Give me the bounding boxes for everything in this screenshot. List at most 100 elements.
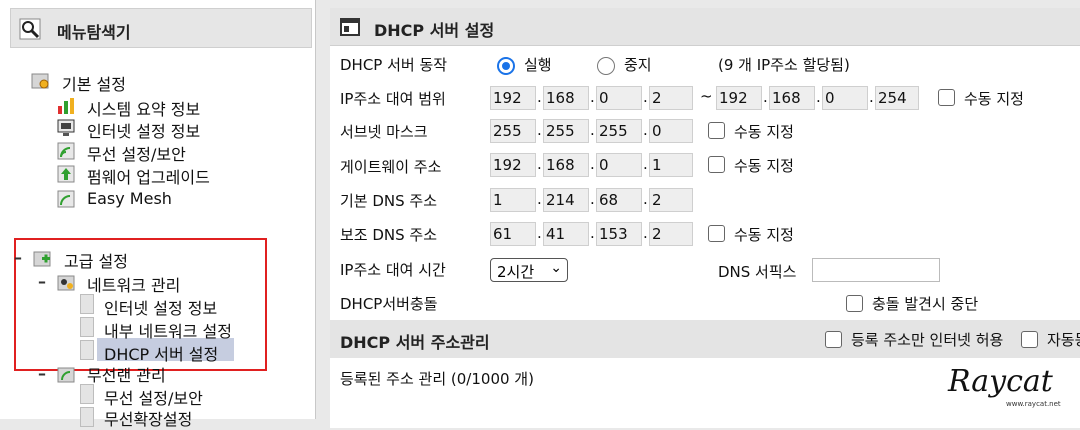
dns2-octet-4[interactable]: 2 [649, 222, 693, 246]
range-end-octet-1[interactable]: 192 [716, 86, 762, 110]
registered-address-link[interactable]: 등록된 주소 관리 (0/1000 개) [340, 368, 534, 389]
network-icon [57, 275, 75, 291]
stop-radio[interactable] [597, 57, 615, 75]
subnet-label: 서브넷 마스크 [340, 123, 428, 141]
folder-settings-icon [31, 73, 49, 89]
tree-item-internal-network[interactable]: 내부 네트워크 설정 [104, 318, 232, 342]
mesh-icon [57, 190, 75, 208]
gateway-label: 게이트웨이 주소 [340, 158, 442, 176]
wireless-folder-icon [57, 367, 75, 383]
page-icon [80, 407, 94, 427]
range-start-octet-4[interactable]: 2 [649, 86, 693, 110]
dot-separator: . [643, 224, 648, 242]
dot-separator: . [763, 88, 768, 106]
window-icon [340, 18, 360, 36]
tree-item-system-summary[interactable]: 시스템 요약 정보 [87, 96, 200, 120]
dns1-octet-4[interactable]: 2 [649, 188, 693, 212]
dot-separator: . [643, 121, 648, 139]
subnet-octet-1[interactable]: 255 [490, 119, 536, 143]
tree-item-wireless-security[interactable]: 무선 설정/보안 [87, 141, 186, 165]
tree-item-firmware-upgrade[interactable]: 펌웨어 업그레이드 [87, 164, 210, 188]
range-manual-checkbox[interactable] [938, 89, 955, 106]
gateway-octet-2[interactable]: 168 [543, 153, 589, 177]
menu-explorer-title: 메뉴탐색기 [57, 23, 131, 42]
page-icon [80, 340, 94, 360]
collapse-icon[interactable]: – [14, 248, 22, 267]
dhcp-settings-header: DHCP 서버 설정 [330, 8, 1080, 46]
gateway-octet-3[interactable]: 0 [596, 153, 642, 177]
address-management-header: DHCP 서버 주소관리 등록 주소만 인터넷 허용 자동등 [330, 320, 1080, 358]
page-title: DHCP 서버 설정 [374, 21, 495, 40]
range-end-octet-3[interactable]: 0 [822, 86, 868, 110]
collapse-icon[interactable]: – [38, 364, 46, 383]
ip-range-label: IP주소 대여 범위 [340, 90, 446, 108]
tree-network-management[interactable]: 네트워크 관리 [87, 272, 180, 296]
page-icon [80, 317, 94, 337]
subnet-manual-checkbox[interactable] [708, 122, 725, 139]
tree-advanced-settings[interactable]: 고급 설정 [64, 248, 128, 272]
chevron-down-icon: ⌄ [550, 260, 562, 276]
range-tilde: ~ [700, 87, 713, 105]
dns1-octet-1[interactable]: 1 [490, 188, 536, 212]
dns2-octet-3[interactable]: 153 [596, 222, 642, 246]
folder-plus-icon [33, 251, 51, 267]
dot-separator: . [537, 121, 542, 139]
dot-separator: . [537, 88, 542, 106]
dns2-manual-label: 수동 지정 [734, 226, 794, 244]
auto-register-checkbox[interactable] [1021, 331, 1038, 348]
raycat-watermark: Raycat www.raycat.net [944, 362, 1061, 414]
subnet-octet-4[interactable]: 0 [649, 119, 693, 143]
dns1-label: 기본 DNS 주소 [340, 192, 438, 210]
lease-time-select[interactable]: 2시간 ⌄ [490, 258, 568, 282]
range-start-octet-2[interactable]: 168 [543, 86, 589, 110]
dns-suffix-input[interactable] [812, 258, 940, 282]
tree-item-internet-info-adv[interactable]: 인터넷 설정 정보 [104, 295, 217, 319]
tree-item-wireless-extend[interactable]: 무선확장설정 [104, 406, 192, 430]
stop-label: 중지 [624, 56, 652, 74]
registered-only-checkbox[interactable] [825, 331, 842, 348]
dns-suffix-label: DNS 서픽스 [718, 263, 797, 281]
dns2-octet-1[interactable]: 61 [490, 222, 536, 246]
menu-explorer-header: 메뉴탐색기 [10, 8, 312, 48]
monitor-icon [57, 119, 75, 136]
conflict-stop-checkbox[interactable] [846, 295, 863, 312]
run-radio[interactable] [497, 57, 515, 75]
subnet-manual-label: 수동 지정 [734, 123, 794, 141]
dns1-octet-2[interactable]: 214 [543, 188, 589, 212]
dot-separator: . [590, 155, 595, 173]
page-icon [80, 294, 94, 314]
dns1-octet-3[interactable]: 68 [596, 188, 642, 212]
gateway-octet-4[interactable]: 1 [649, 153, 693, 177]
gateway-manual-checkbox[interactable] [708, 156, 725, 173]
assigned-count: (9 개 IP주소 할당됨) [718, 56, 850, 74]
dot-separator: . [816, 88, 821, 106]
range-end-octet-4[interactable]: 254 [875, 86, 919, 110]
wireless-icon [57, 142, 75, 160]
auto-register-label: 자동등 [1047, 331, 1080, 349]
run-label: 실행 [524, 56, 552, 74]
lease-time-label: IP주소 대여 시간 [340, 261, 446, 279]
dot-separator: . [869, 88, 874, 106]
subnet-octet-2[interactable]: 255 [543, 119, 589, 143]
tree-item-easy-mesh[interactable]: Easy Mesh [87, 189, 172, 208]
range-end-octet-2[interactable]: 168 [769, 86, 815, 110]
range-start-octet-3[interactable]: 0 [596, 86, 642, 110]
collapse-icon[interactable]: – [38, 272, 46, 291]
watermark-brand: Raycat [948, 364, 1053, 399]
dot-separator: . [590, 190, 595, 208]
dot-separator: . [537, 190, 542, 208]
dns2-manual-checkbox[interactable] [708, 225, 725, 242]
dot-separator: . [537, 155, 542, 173]
address-management-title: DHCP 서버 주소관리 [340, 333, 490, 352]
dot-separator: . [643, 190, 648, 208]
tree-item-internet-info[interactable]: 인터넷 설정 정보 [87, 118, 200, 142]
range-start-octet-1[interactable]: 192 [490, 86, 536, 110]
subnet-octet-3[interactable]: 255 [596, 119, 642, 143]
dns2-octet-2[interactable]: 41 [543, 222, 589, 246]
conflict-stop-label: 충돌 발견시 중단 [872, 295, 979, 313]
dot-separator: . [590, 88, 595, 106]
tree-wireless-management[interactable]: 무선랜 관리 [87, 362, 166, 386]
search-icon [19, 18, 41, 40]
tree-basic-settings[interactable]: 기본 설정 [62, 71, 126, 95]
gateway-octet-1[interactable]: 192 [490, 153, 536, 177]
